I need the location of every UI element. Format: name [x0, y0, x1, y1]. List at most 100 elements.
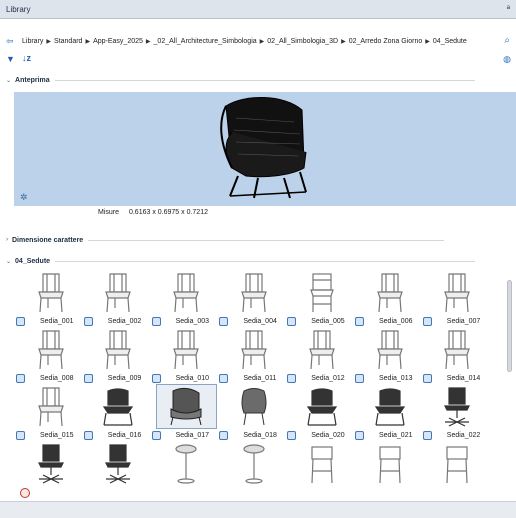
globe-icon[interactable]: ◍ — [503, 54, 511, 65]
item-thumbnail[interactable] — [359, 327, 420, 372]
item-thumbnail[interactable] — [156, 327, 217, 372]
library-item[interactable]: Sedia_018 — [219, 384, 287, 443]
library-item[interactable] — [423, 441, 491, 500]
library-item[interactable] — [355, 441, 423, 500]
item-thumbnail[interactable] — [427, 327, 488, 372]
item-thumbnail[interactable] — [223, 270, 284, 315]
item-thumbnail[interactable] — [223, 327, 284, 372]
item-label: Sedia_001 — [40, 318, 74, 325]
preview-area: ✲ — [14, 92, 516, 206]
library-item[interactable]: Sedia_004 — [219, 270, 287, 329]
sort-icon[interactable]: ↓z — [22, 53, 31, 63]
library-item[interactable]: Sedia_015 — [16, 384, 84, 443]
filter-icon[interactable]: ▼ — [6, 54, 15, 64]
cube-icon — [16, 374, 25, 383]
library-item[interactable]: Sedia_002 — [83, 270, 152, 329]
library-item[interactable]: Sedia_014 — [422, 327, 491, 386]
item-thumbnail[interactable] — [20, 327, 81, 372]
pin-icon[interactable]: ᵃ — [507, 3, 510, 13]
library-item[interactable]: Sedia_006 — [355, 270, 423, 329]
item-thumbnail[interactable] — [427, 384, 488, 429]
cube-icon — [287, 374, 297, 383]
item-thumbnail[interactable] — [88, 327, 149, 372]
library-item[interactable]: Sedia_020 — [287, 384, 355, 443]
item-thumbnail[interactable] — [291, 327, 352, 372]
library-item[interactable] — [84, 441, 152, 500]
item-thumbnail[interactable] — [20, 384, 81, 429]
library-item[interactable] — [287, 441, 355, 500]
item-thumbnail[interactable] — [88, 441, 149, 486]
library-item[interactable]: Sedia_016 — [83, 384, 152, 443]
item-label: Sedia_010 — [175, 375, 210, 382]
cube-icon — [16, 431, 25, 440]
library-item[interactable]: Sedia_013 — [355, 327, 423, 386]
breadcrumb-label: _02_All_Architecture_Simbologia — [153, 38, 257, 45]
library-item[interactable]: Sedia_003 — [151, 270, 220, 329]
breadcrumb-item[interactable]: ▶ 02_All_Simbologia_3D — [257, 38, 338, 45]
breadcrumb-item[interactable]: ▶ _02_All_Architecture_Simbologia — [143, 38, 257, 45]
breadcrumb-item[interactable]: ▶ 02_Arredo Zona Giorno — [338, 38, 422, 45]
item-thumbnail[interactable] — [291, 441, 352, 486]
cube-icon — [355, 317, 364, 326]
section-divider — [54, 79, 475, 81]
cube-icon — [355, 374, 364, 383]
item-thumbnail[interactable] — [427, 270, 488, 315]
panel-titlebar: Library ᵃ — [0, 0, 516, 19]
breadcrumb: ⇦ Library ▶ Standard ▶ App-Easy_2025 ▶ _02_All… — [0, 34, 516, 50]
cube-icon — [422, 317, 432, 326]
record-icon[interactable] — [20, 488, 30, 498]
search-icon[interactable]: ⌕ — [504, 35, 510, 46]
library-item[interactable]: Sedia_001 — [16, 270, 84, 329]
chevron-right-icon: ▶ — [259, 39, 265, 45]
library-item[interactable] — [219, 441, 287, 500]
item-thumbnail[interactable] — [359, 441, 420, 486]
breadcrumb-item[interactable]: Library — [22, 38, 43, 45]
item-label: Sedia_002 — [107, 318, 142, 325]
library-item[interactable]: Sedia_012 — [287, 327, 355, 386]
library-item[interactable]: Sedia_010 — [151, 327, 220, 386]
cube-icon — [219, 374, 229, 383]
item-thumbnail[interactable] — [20, 441, 81, 486]
item-label: Sedia_018 — [243, 432, 277, 439]
item-label: Sedia_009 — [107, 375, 142, 382]
item-thumbnail[interactable] — [223, 384, 284, 429]
item-thumbnail[interactable] — [88, 384, 149, 429]
item-thumbnail[interactable] — [359, 270, 420, 315]
item-thumbnail[interactable] — [291, 270, 352, 315]
item-label: Sedia_013 — [379, 375, 413, 382]
item-thumbnail[interactable] — [291, 384, 352, 429]
section-divider — [55, 260, 476, 262]
breadcrumb-label: Standard — [54, 38, 83, 45]
cube-icon — [151, 431, 161, 440]
library-item[interactable] — [152, 441, 220, 500]
item-label: Sedia_012 — [311, 375, 345, 382]
item-thumbnail[interactable] — [223, 441, 284, 486]
render-settings-icon[interactable]: ✲ — [20, 192, 28, 203]
item-thumbnail[interactable] — [156, 441, 217, 486]
item-thumbnail[interactable] — [156, 270, 217, 315]
item-thumbnail[interactable] — [88, 270, 149, 315]
library-item[interactable]: Sedia_011 — [219, 327, 287, 386]
section-folder-header[interactable]: ⌄ 04_Sedute — [6, 255, 510, 267]
library-item[interactable]: Sedia_007 — [422, 270, 491, 329]
breadcrumb-item[interactable]: ▶ Standard — [43, 38, 82, 45]
item-thumbnail[interactable] — [20, 270, 81, 315]
item-thumbnail[interactable] — [155, 384, 217, 429]
library-item[interactable]: Sedia_005 — [287, 270, 355, 329]
item-label: Sedia_011 — [243, 375, 277, 382]
item-thumbnail[interactable] — [427, 441, 488, 486]
breadcrumb-item[interactable]: ▶ 04_Sedute — [422, 38, 467, 45]
library-item[interactable]: Sedia_021 — [355, 384, 423, 443]
scrollbar-thumb[interactable] — [507, 280, 512, 372]
chevron-right-icon: ▶ — [85, 39, 91, 45]
back-arrow-icon[interactable]: ⇦ — [6, 36, 14, 47]
section-dimension-header[interactable]: › Dimensione carattere — [6, 234, 510, 246]
section-preview-header[interactable]: ⌄ Anteprima — [6, 74, 510, 86]
library-item[interactable]: Sedia_009 — [83, 327, 152, 386]
item-thumbnail[interactable] — [359, 384, 420, 429]
library-item[interactable]: Sedia_017 — [151, 384, 220, 443]
breadcrumb-item[interactable]: ▶ App-Easy_2025 — [82, 38, 142, 45]
library-item[interactable]: Sedia_022 — [422, 384, 491, 443]
library-item[interactable]: Sedia_008 — [16, 327, 84, 386]
cube-icon — [151, 317, 161, 326]
